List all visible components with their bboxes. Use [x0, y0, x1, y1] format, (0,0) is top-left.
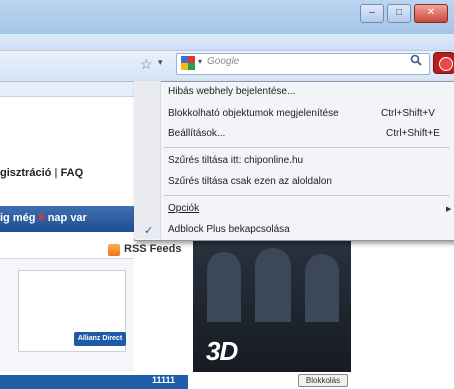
maximize-button[interactable]: □	[387, 4, 411, 23]
menu-item-disable-on-page[interactable]: Szűrés tiltása csak ezen az aloldalon	[168, 176, 332, 187]
minimize-button[interactable]: –	[360, 4, 384, 23]
nav-link-faq[interactable]: FAQ	[61, 167, 84, 179]
window-controls: – □ ✕	[360, 4, 448, 23]
banner-suffix: nap var	[47, 212, 87, 224]
rss-feeds-link[interactable]: RSS Feeds	[124, 243, 181, 255]
search-icon[interactable]	[410, 54, 422, 66]
chevron-down-icon[interactable]: ▾	[158, 57, 163, 68]
search-engine-dropdown-icon[interactable]: ▾	[198, 57, 202, 66]
search-placeholder: Google	[207, 56, 240, 67]
check-icon: ✓	[144, 225, 154, 237]
menu-item-options[interactable]: Opciók	[168, 203, 199, 214]
site-nav-links: gisztráció | FAQ	[0, 167, 83, 179]
block-tab-button[interactable]: Blokkolás	[298, 374, 348, 387]
menu-item-enable-adblock[interactable]: Adblock Plus bekapcsolása	[168, 224, 290, 235]
ad-button[interactable]: Allianz Direct	[74, 332, 126, 346]
menu-separator	[164, 195, 450, 196]
countdown-banner-text: ig még 8 nap var	[0, 212, 87, 224]
close-button[interactable]: ✕	[414, 4, 448, 23]
menu-item-show-blockable[interactable]: Blokkolható objektumok megjelenítése	[168, 108, 339, 119]
submenu-arrow-icon: ▶	[446, 206, 452, 213]
rss-icon[interactable]	[108, 244, 120, 256]
banner-prefix: ig még	[0, 212, 36, 224]
footer-number: 11111	[152, 375, 176, 385]
menu-separator	[164, 147, 450, 148]
shortcut-settings: Ctrl+Shift+E	[386, 128, 440, 139]
shortcut-show-blockable: Ctrl+Shift+V	[381, 108, 435, 119]
adblock-plus-icon[interactable]	[433, 52, 454, 74]
nav-separator: |	[54, 167, 58, 179]
menu-icon-column	[134, 81, 161, 239]
nav-link-registration[interactable]: gisztráció	[0, 167, 51, 179]
banner-number: 8	[38, 212, 45, 224]
menu-item-settings[interactable]: Beállítások...	[168, 128, 225, 139]
menu-item-report-site[interactable]: Hibás webhely bejelentése...	[168, 86, 295, 97]
menu-item-disable-on-site[interactable]: Szűrés tiltása itt: chiponline.hu	[168, 155, 303, 166]
menu-bar	[0, 34, 454, 51]
3d-logo: 3D	[206, 336, 238, 366]
google-icon[interactable]	[181, 56, 195, 70]
star-icon[interactable]: ☆	[140, 56, 153, 73]
